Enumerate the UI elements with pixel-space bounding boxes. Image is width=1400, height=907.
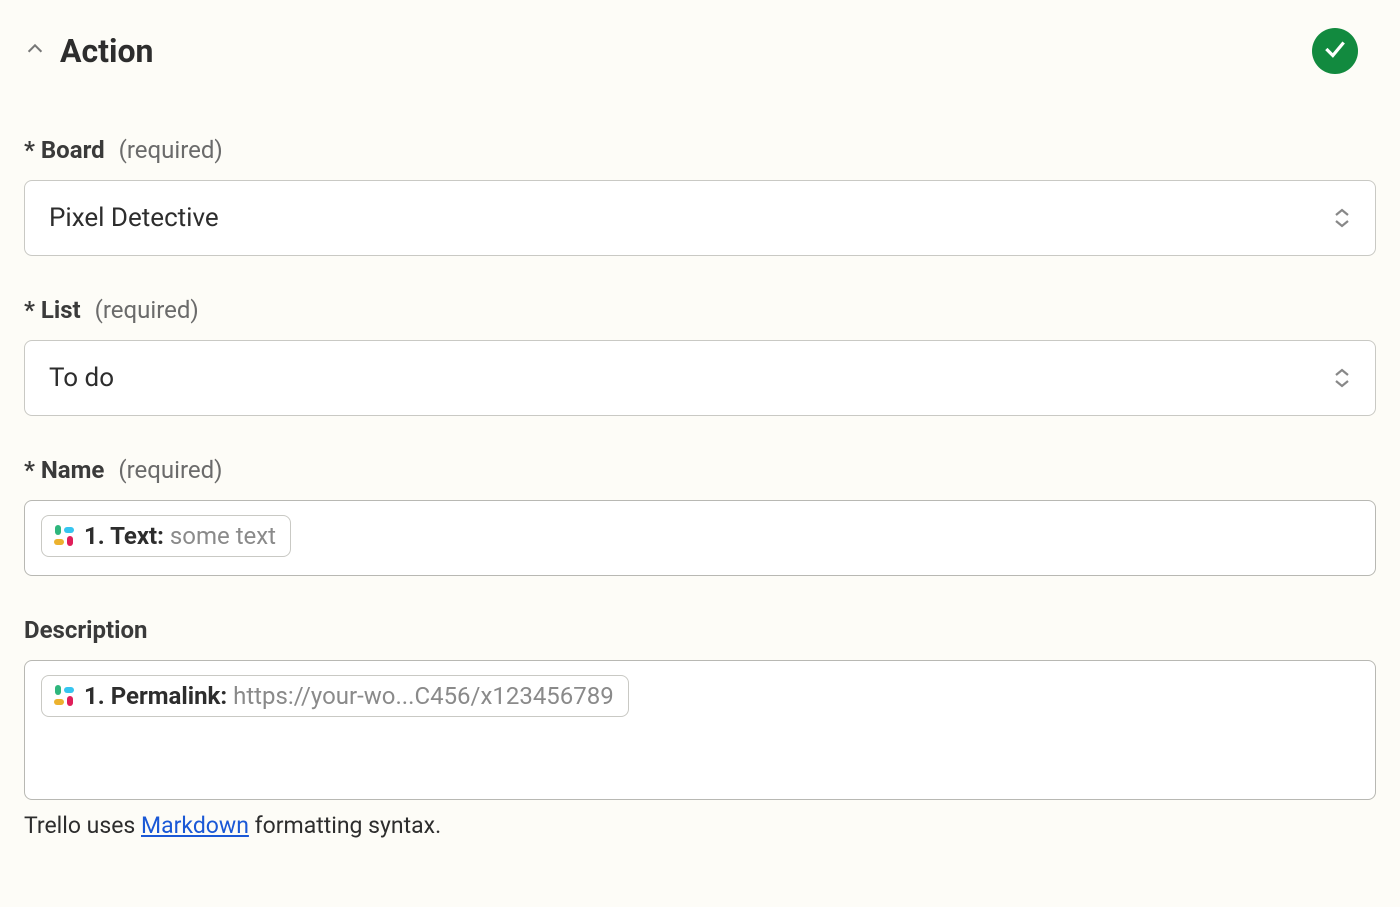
name-variable-pill[interactable]: 1. Text: some text <box>41 515 291 557</box>
description-label: Description <box>24 616 148 644</box>
section-header-left: Action <box>24 32 153 70</box>
checkmark-icon <box>1322 36 1348 66</box>
select-arrows-icon <box>1333 208 1351 228</box>
description-pill-value: https://your-wo...C456/x123456789 <box>233 682 614 710</box>
board-field-group: * Board (required) Pixel Detective <box>24 136 1376 256</box>
collapse-toggle[interactable] <box>24 40 46 62</box>
description-label-row: Description <box>24 616 1376 644</box>
board-label-row: * Board (required) <box>24 136 1376 164</box>
list-required: (required) <box>95 296 199 324</box>
board-label: * Board <box>24 136 105 164</box>
slack-icon <box>52 684 76 708</box>
name-required: (required) <box>118 456 222 484</box>
board-select-value: Pixel Detective <box>49 203 219 233</box>
helper-suffix: formatting syntax. <box>249 812 441 839</box>
name-label: * Name <box>24 456 104 484</box>
markdown-link[interactable]: Markdown <box>141 812 249 839</box>
list-select-value: To do <box>49 363 114 393</box>
description-input[interactable]: 1. Permalink: https://your-wo...C456/x12… <box>24 660 1376 800</box>
status-success-badge <box>1312 28 1358 74</box>
list-label: * List <box>24 296 81 324</box>
select-arrows-icon <box>1333 368 1351 388</box>
description-variable-pill[interactable]: 1. Permalink: https://your-wo...C456/x12… <box>41 675 629 717</box>
list-select[interactable]: To do <box>24 340 1376 416</box>
chevron-up-icon <box>24 38 46 64</box>
name-pill-value: some text <box>170 522 276 550</box>
section-title: Action <box>60 32 153 70</box>
board-required: (required) <box>119 136 223 164</box>
board-select[interactable]: Pixel Detective <box>24 180 1376 256</box>
description-pill-label: 1. Permalink: <box>84 682 233 710</box>
name-pill-label: 1. Text: <box>84 522 170 550</box>
name-field-group: * Name (required) 1. Text: some text <box>24 456 1376 576</box>
description-helper-text: Trello uses Markdown formatting syntax. <box>24 812 1376 839</box>
list-field-group: * List (required) To do <box>24 296 1376 416</box>
name-input[interactable]: 1. Text: some text <box>24 500 1376 576</box>
helper-prefix: Trello uses <box>24 812 141 839</box>
description-field-group: Description 1. Permalink: https://your-w… <box>24 616 1376 839</box>
name-label-row: * Name (required) <box>24 456 1376 484</box>
action-section-header: Action <box>24 28 1376 74</box>
slack-icon <box>52 524 76 548</box>
list-label-row: * List (required) <box>24 296 1376 324</box>
